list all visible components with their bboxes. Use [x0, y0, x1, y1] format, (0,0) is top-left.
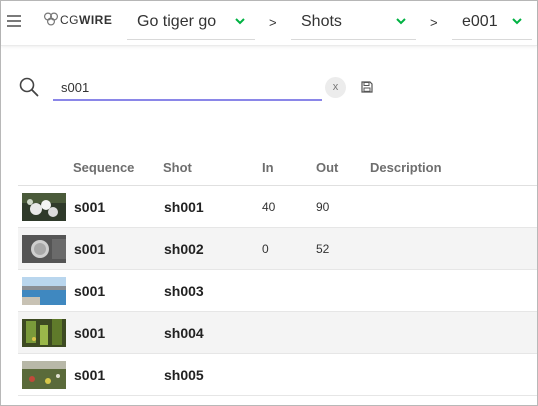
shot-name-cell[interactable]: sh004 [164, 325, 204, 341]
episode-select-value: e001 [462, 13, 498, 30]
search-input[interactable] [53, 76, 322, 101]
table-row[interactable]: s001 sh001 40 90 [18, 186, 537, 228]
episode-select[interactable]: e001 [452, 6, 532, 40]
frame-in-cell[interactable]: 40 [262, 200, 275, 214]
shot-thumbnail[interactable] [22, 193, 66, 221]
shot-thumbnail[interactable] [22, 361, 66, 389]
sequence-cell: s001 [74, 325, 106, 341]
table-row[interactable]: s001 sh005 [18, 354, 537, 396]
table-header: Sequence Shot In Out Description [18, 152, 537, 186]
shot-thumbnail[interactable] [22, 235, 66, 263]
breadcrumb-separator: > [269, 15, 277, 30]
sequence-cell: s001 [74, 367, 106, 383]
menu-icon[interactable] [7, 15, 21, 29]
frame-out-cell[interactable]: 90 [316, 200, 329, 214]
shot-name-cell[interactable]: sh002 [164, 241, 204, 257]
sequence-cell: s001 [74, 199, 106, 215]
search-icon [19, 77, 39, 97]
production-select[interactable]: Go tiger go [127, 6, 255, 40]
production-select-value: Go tiger go [137, 13, 217, 30]
shot-name-cell[interactable]: sh001 [164, 199, 204, 215]
shot-thumbnail[interactable] [22, 319, 66, 347]
clear-search-button[interactable]: x [325, 77, 346, 98]
column-header-out[interactable]: Out [316, 160, 338, 175]
chevron-down-icon [512, 18, 522, 25]
frame-in-cell[interactable]: 0 [262, 242, 269, 256]
table-row[interactable]: s001 sh002 0 52 [18, 228, 537, 270]
save-search-icon[interactable] [361, 81, 373, 93]
breadcrumb-separator: > [430, 15, 438, 30]
top-bar: CGWIRE Go tiger go > Shots > e001 [1, 1, 537, 46]
shot-name-cell[interactable]: sh005 [164, 367, 204, 383]
shot-name-cell[interactable]: sh003 [164, 283, 204, 299]
chevron-down-icon [396, 18, 406, 25]
chevron-down-icon [235, 18, 245, 25]
column-header-shot[interactable]: Shot [163, 160, 192, 175]
cgwire-logo-icon [43, 12, 59, 26]
column-header-sequence[interactable]: Sequence [73, 160, 134, 175]
column-header-description[interactable]: Description [370, 160, 442, 175]
section-select[interactable]: Shots [291, 6, 416, 40]
section-select-value: Shots [301, 13, 342, 30]
sequence-cell: s001 [74, 241, 106, 257]
logo-text: CGWIRE [60, 13, 113, 27]
frame-out-cell[interactable]: 52 [316, 242, 329, 256]
sequence-cell: s001 [74, 283, 106, 299]
shot-thumbnail[interactable] [22, 277, 66, 305]
table-row[interactable]: s001 sh003 [18, 270, 537, 312]
column-header-in[interactable]: In [262, 160, 274, 175]
table-row[interactable]: s001 sh004 [18, 312, 537, 354]
